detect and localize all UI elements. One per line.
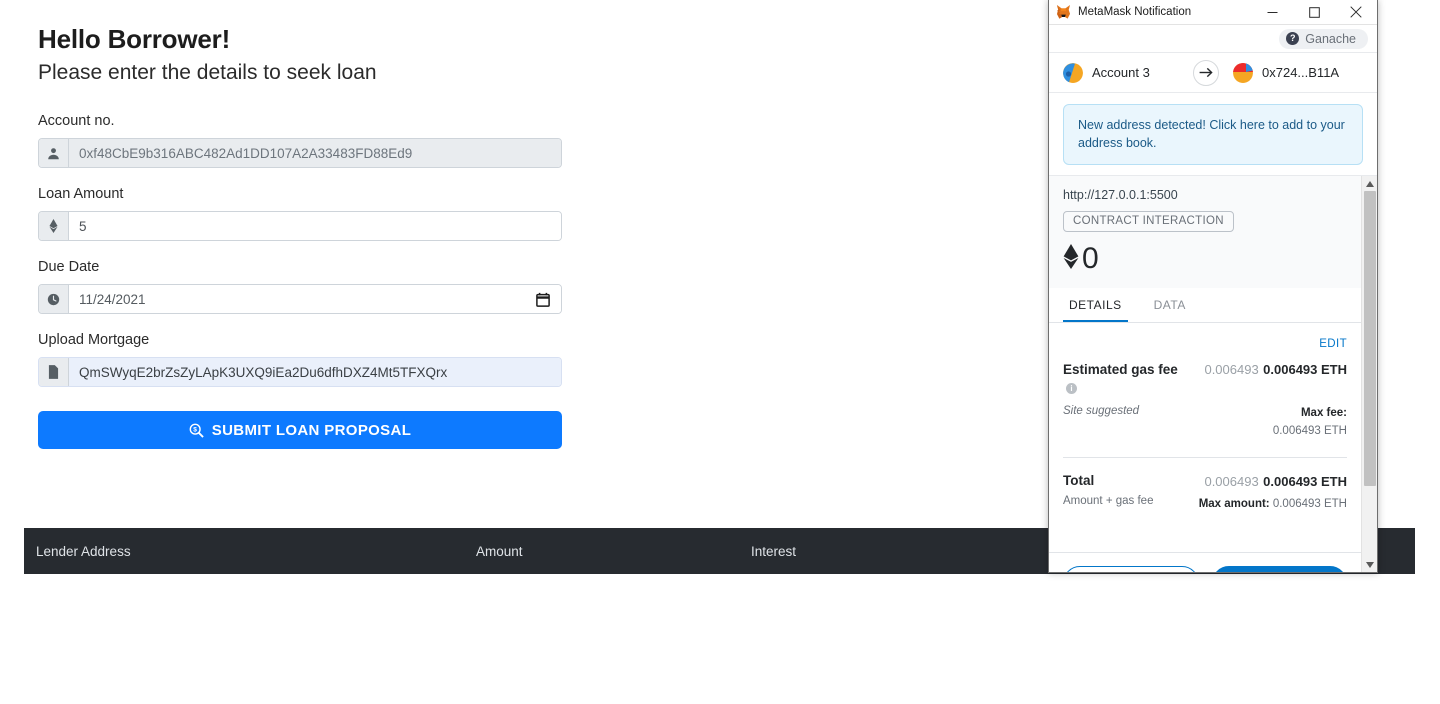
account-no-input-row[interactable]: 0xf48CbE9b316ABC482Ad1DD107A2A33483FD88E… [38, 138, 562, 168]
column-header-lender-address: Lender Address [36, 543, 131, 559]
max-amount-block: Max amount: 0.006493 ETH [1199, 498, 1347, 510]
sender-account-name: Account 3 [1092, 65, 1150, 80]
due-date-field[interactable]: 11/24/2021 [69, 285, 561, 313]
details-panel: EDIT Estimated gas fee i 0.006493 0.00649… [1049, 323, 1361, 552]
transaction-amount-value: 0 [1082, 242, 1099, 276]
total-row: Total Amount + gas fee 0.006493 0.006493… [1063, 473, 1347, 510]
window-titlebar[interactable]: MetaMask Notification [1049, 0, 1377, 25]
confirm-button[interactable]: Confirm [1211, 566, 1347, 572]
transaction-amount: 0 [1063, 244, 1347, 274]
column-header-interest: Interest [751, 543, 797, 559]
account-no-value: 0xf48CbE9b316ABC482Ad1DD107A2A33483FD88E… [79, 145, 413, 161]
submit-loan-proposal-button[interactable]: $ SUBMIT LOAN PROPOSAL [38, 411, 562, 449]
scroll-up-icon[interactable] [1362, 176, 1378, 191]
scrollbar-thumb[interactable] [1363, 191, 1376, 487]
scrollbar-track[interactable] [1362, 191, 1378, 557]
total-eth: 0.006493 ETH [1263, 473, 1347, 489]
maximize-icon[interactable] [1293, 0, 1335, 25]
accounts-row: Account 3 0x724...B11A [1049, 53, 1377, 93]
max-fee-value: 0.006493 ETH [1272, 424, 1347, 437]
transaction-origin-block: http://127.0.0.1:5500 CONTRACT INTERACTI… [1049, 176, 1361, 289]
calendar-icon[interactable] [535, 290, 551, 308]
arrow-right-icon [1193, 59, 1219, 86]
confirm-content: http://127.0.0.1:5500 CONTRACT INTERACTI… [1049, 176, 1361, 572]
confirm-tabs: DETAILS DATA [1049, 288, 1361, 324]
tab-data[interactable]: DATA [1148, 288, 1192, 322]
reject-button[interactable]: Reject [1063, 566, 1199, 572]
total-sublabel: Amount + gas fee [1063, 494, 1154, 507]
minimize-icon[interactable] [1251, 0, 1293, 25]
total-fiat: 0.006493 [1204, 473, 1259, 489]
ethereum-icon [1063, 244, 1079, 274]
file-icon [39, 358, 69, 386]
clock-icon [39, 285, 69, 313]
confirm-footer: Reject Confirm [1049, 552, 1361, 572]
transaction-type-tag: CONTRACT INTERACTION [1063, 211, 1234, 233]
metamask-fox-icon [1056, 5, 1071, 19]
loan-amount-input-row[interactable]: 5 [38, 211, 562, 241]
money-search-icon: $ [189, 423, 204, 438]
mortgage-hash-field[interactable]: QmSWyqE2brZsZyLApK3UXQ9iEa2Du6dfhDXZ4Mt5… [69, 358, 561, 386]
edit-row: EDIT [1063, 323, 1347, 355]
sender-account[interactable]: Account 3 [1063, 62, 1193, 83]
mortgage-hash-value: QmSWyqE2brZsZyLApK3UXQ9iEa2Du6dfhDXZ4Mt5… [79, 364, 448, 380]
gas-fee-row: Estimated gas fee i 0.006493 0.006493 ETH [1063, 355, 1347, 397]
submit-loan-proposal-label: SUBMIT LOAN PROPOSAL [211, 421, 412, 439]
gas-fee-label: Estimated gas fee [1063, 362, 1178, 378]
mortgage-hash-input-row[interactable]: QmSWyqE2brZsZyLApK3UXQ9iEa2Du6dfhDXZ4Mt5… [38, 357, 562, 387]
column-header-amount: Amount [476, 543, 523, 559]
total-label: Total [1063, 472, 1095, 488]
loan-amount-field[interactable]: 5 [69, 212, 561, 240]
recipient-account[interactable]: 0x724...B11A [1219, 62, 1363, 83]
divider [1063, 456, 1347, 458]
total-right: 0.006493 0.006493 ETH Max amount: 0.0064… [1199, 473, 1347, 510]
account-no-field[interactable]: 0xf48CbE9b316ABC482Ad1DD107A2A33483FD88E… [69, 139, 561, 167]
edit-gas-button[interactable]: EDIT [1319, 338, 1347, 350]
info-icon[interactable]: i [1066, 383, 1077, 395]
network-label: Ganache [1305, 31, 1356, 46]
new-address-banner[interactable]: New address detected! Click here to add … [1063, 104, 1363, 166]
confirm-scroll-area: http://127.0.0.1:5500 CONTRACT INTERACTI… [1049, 175, 1377, 572]
gas-fee-right: 0.006493 0.006493 ETH [1204, 361, 1347, 379]
window-controls [1251, 0, 1377, 25]
gas-fee-eth: 0.006493 ETH [1263, 362, 1347, 378]
loan-amount-value: 5 [79, 218, 87, 234]
person-icon [39, 139, 69, 167]
banner-wrap: New address detected! Click here to add … [1049, 93, 1377, 175]
vertical-scrollbar[interactable] [1361, 176, 1377, 572]
ethereum-icon [39, 212, 69, 240]
unknown-network-icon: ? [1286, 32, 1300, 45]
total-left: Total Amount + gas fee [1063, 473, 1153, 507]
total-values: 0.006493 0.006493 ETH [1199, 473, 1347, 491]
max-fee-label: Max fee: [1300, 407, 1347, 420]
site-suggested-label: Site suggested [1063, 405, 1140, 418]
close-icon[interactable] [1335, 0, 1377, 25]
gas-fee-fiat: 0.006493 [1204, 362, 1259, 378]
metamask-notification-window: MetaMask Notification ? Ganache Account … [1048, 0, 1378, 573]
network-row: ? Ganache [1049, 25, 1377, 53]
recipient-avatar [1233, 62, 1253, 83]
origin-url: http://127.0.0.1:5500 [1063, 188, 1178, 203]
max-amount-value: 0.006493 ETH [1272, 497, 1347, 510]
window-title: MetaMask Notification [1078, 6, 1192, 18]
tab-details[interactable]: DETAILS [1063, 288, 1128, 323]
scroll-down-icon[interactable] [1362, 557, 1378, 572]
sender-avatar [1063, 62, 1083, 83]
max-amount-label: Max amount: [1198, 497, 1270, 510]
recipient-address: 0x724...B11A [1262, 65, 1340, 80]
due-date-value: 11/24/2021 [79, 291, 146, 307]
gas-fee-subrow: Site suggested Max fee: 0.006493 ETH [1063, 405, 1347, 440]
due-date-input-row[interactable]: 11/24/2021 [38, 284, 562, 314]
gas-fee-left: Estimated gas fee i [1063, 361, 1181, 397]
max-fee-block: Max fee: 0.006493 ETH [1273, 405, 1347, 440]
network-selector[interactable]: ? Ganache [1279, 28, 1368, 49]
svg-text:$: $ [193, 426, 197, 433]
